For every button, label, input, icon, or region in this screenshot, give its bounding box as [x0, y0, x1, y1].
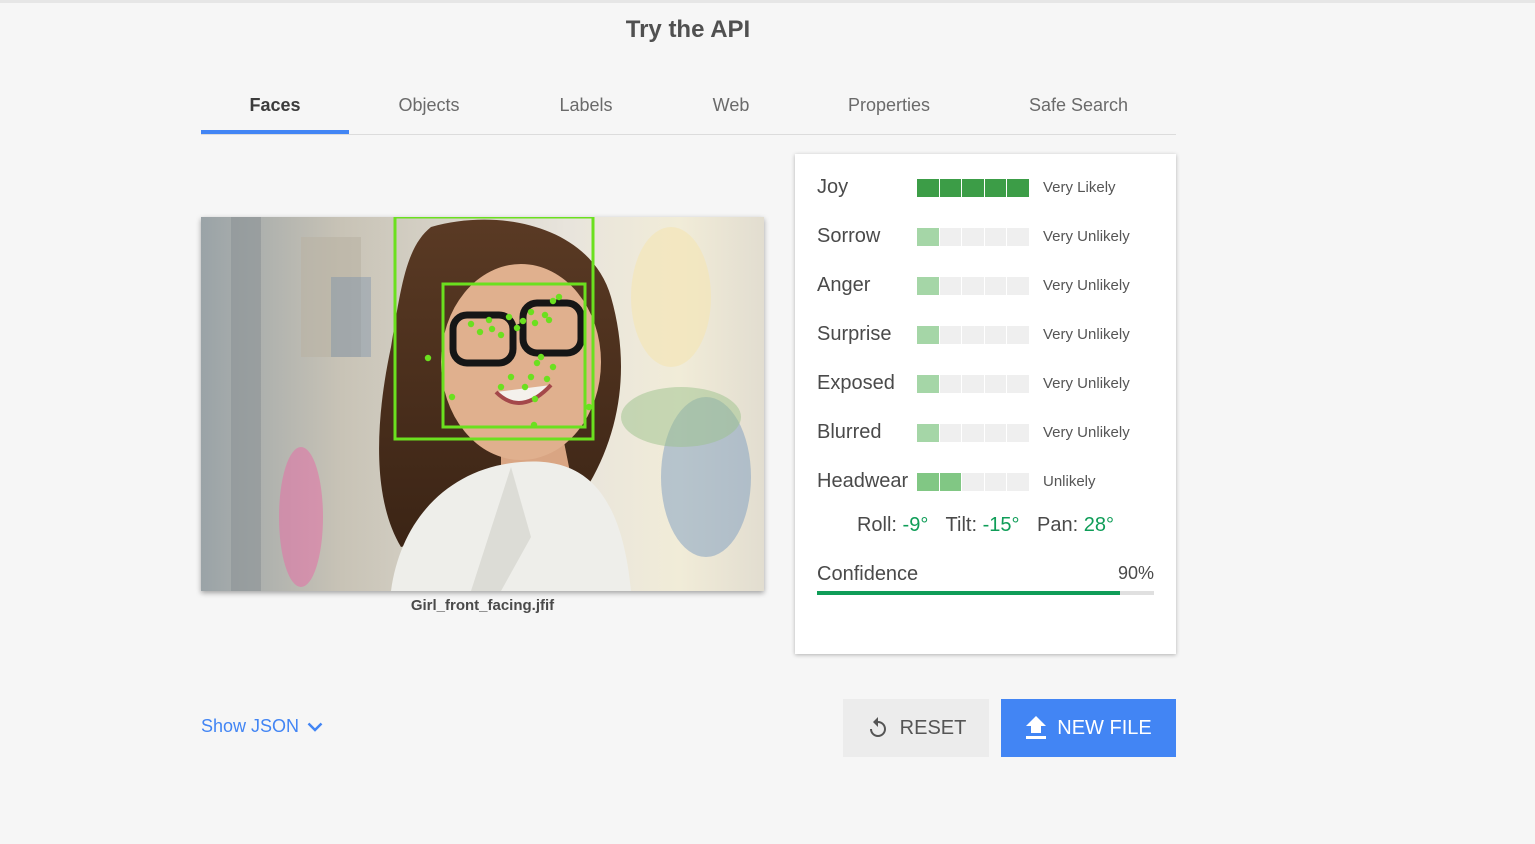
likelihood-segment	[917, 424, 939, 442]
likelihood-segment	[984, 179, 1007, 197]
likelihood-segment	[962, 375, 984, 393]
likelihood-segment	[962, 326, 984, 344]
show-json-label: Show JSON	[201, 716, 300, 736]
likelihood-segment	[917, 326, 939, 344]
roll-value: -9°	[902, 514, 929, 536]
likelihood-text: Unlikely	[1043, 473, 1096, 490]
image-filename: Girl_front_facing.jfif	[410, 597, 555, 614]
likelihood-segment	[939, 424, 962, 442]
likelihood-segment	[962, 473, 984, 491]
tilt-label: Tilt:	[945, 514, 978, 536]
likelihood-text: Very Unlikely	[1043, 424, 1130, 441]
likelihood-segment	[1007, 375, 1029, 393]
page-title: Try the API	[625, 16, 751, 43]
reset-label: RESET	[899, 716, 967, 739]
likelihood-text: Very Unlikely	[1043, 228, 1130, 245]
attribute-row-blurred: Blurred Very Unlikely	[795, 418, 1176, 448]
pan-label: Pan:	[1037, 514, 1079, 536]
tab-bar: Faces Objects Labels Web Properties Safe…	[201, 82, 1176, 135]
face-results-card: Joy Very Likely Sorrow Very Unlikely Ang…	[795, 154, 1176, 654]
likelihood-segment	[917, 277, 939, 295]
likelihood-segment	[1007, 326, 1029, 344]
tab-safe-search[interactable]: Safe Search	[1011, 82, 1146, 134]
tab-properties[interactable]: Properties	[829, 82, 949, 134]
likelihood-segment	[984, 424, 1007, 442]
confidence-bar-fill	[817, 591, 1121, 595]
likelihood-text: Very Unlikely	[1043, 277, 1130, 294]
likelihood-segment	[917, 179, 939, 197]
likelihood-segment	[1007, 277, 1029, 295]
analyzed-photo	[201, 215, 764, 591]
likelihood-bar	[917, 277, 1029, 295]
likelihood-bar	[917, 424, 1029, 442]
likelihood-segment	[939, 473, 962, 491]
likelihood-segment	[939, 326, 962, 344]
likelihood-segment	[984, 473, 1007, 491]
top-divider	[0, 0, 1535, 3]
chevron-down-icon	[307, 722, 323, 732]
likelihood-bar	[917, 179, 1029, 197]
tab-labels[interactable]: Labels	[531, 82, 641, 134]
tilt-value: -15°	[982, 514, 1020, 536]
likelihood-segment	[984, 277, 1007, 295]
upload-icon	[1025, 716, 1047, 740]
attribute-row-exposed: Exposed Very Unlikely	[795, 369, 1176, 399]
attribute-label: Blurred	[817, 421, 882, 443]
likelihood-segment	[939, 277, 962, 295]
likelihood-text: Very Unlikely	[1043, 326, 1130, 343]
refresh-icon	[866, 716, 890, 740]
likelihood-segment	[962, 228, 984, 246]
face-angles: Roll: -9° Tilt: -15° Pan: 28°	[795, 514, 1176, 537]
likelihood-text: Very Likely	[1043, 179, 1116, 196]
confidence-bar	[817, 591, 1154, 595]
confidence-value: 90%	[1117, 563, 1154, 583]
likelihood-bar	[917, 375, 1029, 393]
likelihood-bar	[917, 228, 1029, 246]
attribute-row-anger: Anger Very Unlikely	[795, 271, 1176, 301]
likelihood-segment	[917, 228, 939, 246]
roll-label: Roll:	[856, 514, 897, 536]
show-json-toggle[interactable]: Show JSON	[201, 716, 323, 737]
attribute-row-sorrow: Sorrow Very Unlikely	[795, 222, 1176, 252]
attribute-label: Joy	[817, 176, 849, 198]
likelihood-segment	[1007, 228, 1029, 246]
attribute-row-joy: Joy Very Likely	[795, 173, 1176, 203]
likelihood-segment	[962, 424, 984, 442]
likelihood-segment	[939, 375, 962, 393]
attribute-label: Surprise	[817, 323, 892, 345]
likelihood-segment	[962, 179, 984, 197]
likelihood-segment	[917, 375, 939, 393]
attribute-row-surprise: Surprise Very Unlikely	[795, 320, 1176, 350]
confidence-label: Confidence	[817, 563, 919, 585]
pan-value: 28°	[1083, 514, 1115, 536]
likelihood-segment	[984, 228, 1007, 246]
likelihood-segment	[984, 326, 1007, 344]
active-tab-indicator	[201, 130, 349, 134]
likelihood-segment	[962, 277, 984, 295]
likelihood-segment	[939, 179, 962, 197]
likelihood-bar	[917, 473, 1029, 491]
likelihood-segment	[917, 473, 939, 491]
attribute-label: Anger	[817, 274, 871, 296]
tab-faces[interactable]: Faces	[201, 82, 349, 134]
attribute-row-headwear: Headwear Unlikely	[795, 467, 1176, 497]
likelihood-segment	[1007, 179, 1029, 197]
likelihood-segment	[1007, 473, 1029, 491]
likelihood-text: Very Unlikely	[1043, 375, 1130, 392]
tab-objects[interactable]: Objects	[369, 82, 489, 134]
tab-web[interactable]: Web	[691, 82, 771, 134]
attribute-label: Headwear	[817, 470, 909, 492]
likelihood-segment	[939, 228, 962, 246]
attribute-label: Exposed	[817, 372, 895, 394]
new-file-label: NEW FILE	[1057, 716, 1152, 739]
reset-button[interactable]: RESET	[843, 699, 989, 757]
new-file-button[interactable]: NEW FILE	[1001, 699, 1176, 757]
likelihood-bar	[917, 326, 1029, 344]
likelihood-segment	[1007, 424, 1029, 442]
likelihood-segment	[984, 375, 1007, 393]
attribute-label: Sorrow	[817, 225, 881, 247]
